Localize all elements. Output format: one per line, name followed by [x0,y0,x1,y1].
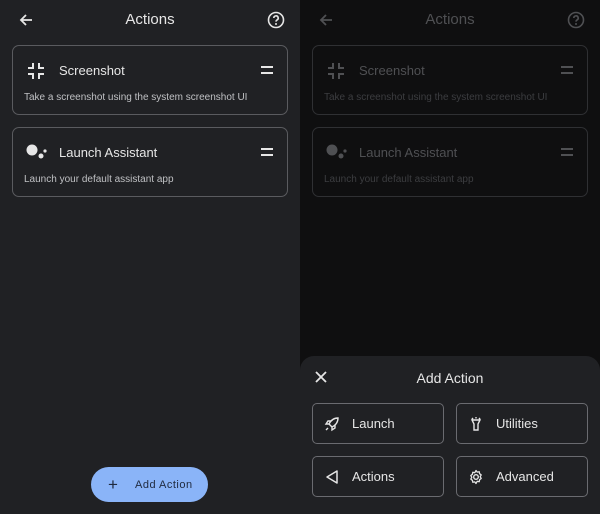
option-utilities-button[interactable]: Utilities [456,403,588,444]
add-action-button[interactable]: + Add Action [91,467,208,502]
actions-screen: Actions Screenshot Take a screenshot usi… [0,0,300,514]
option-label: Utilities [496,416,538,431]
sheet-title: Add Action [416,370,484,386]
action-card-screenshot[interactable]: Screenshot Take a screenshot using the s… [12,45,288,115]
drag-handle-icon[interactable] [261,148,273,156]
option-label: Launch [352,416,395,431]
plus-icon: + [108,475,118,494]
option-advanced-button[interactable]: Advanced [456,456,588,497]
option-label: Actions [352,469,395,484]
action-card-launch-assistant[interactable]: Launch Assistant Launch your default ass… [12,127,288,197]
top-app-bar: Actions [300,0,600,40]
page-title: Actions [125,11,175,28]
option-launch-button[interactable]: Launch [312,403,444,444]
top-app-bar: Actions [0,0,300,40]
gear-icon [468,469,484,485]
help-icon[interactable] [266,10,286,30]
screenshot-icon [25,60,47,82]
drag-handle-icon[interactable] [261,66,273,74]
assistant-icon [25,142,47,164]
rocket-icon [324,416,340,432]
card-title: Launch Assistant [59,145,158,160]
card-description: Launch your default assistant app [324,174,474,185]
card-description: Take a screenshot using the system scree… [324,92,548,103]
page-title: Actions [425,11,475,28]
drag-handle-icon [561,148,573,156]
flashlight-icon [468,416,484,432]
screenshot-icon [325,60,347,82]
card-title: Screenshot [59,63,125,78]
add-action-label: Add Action [135,478,193,491]
card-title: Launch Assistant [359,145,458,160]
option-actions-button[interactable]: Actions [312,456,444,497]
drag-handle-icon [561,66,573,74]
add-action-bottom-sheet: Add Action Launch Utilities Actions Adva… [300,356,600,514]
card-title: Screenshot [359,63,425,78]
card-description: Take a screenshot using the system scree… [24,92,248,103]
action-card-screenshot: Screenshot Take a screenshot using the s… [312,45,588,115]
help-icon [566,10,586,30]
action-card-launch-assistant: Launch Assistant Launch your default ass… [312,127,588,197]
assistant-icon [325,142,347,164]
actions-screen-with-sheet: Actions Screenshot Take a screenshot usi… [300,0,600,514]
option-label: Advanced [496,469,554,484]
triangle-back-icon [324,469,340,485]
card-description: Launch your default assistant app [24,174,174,185]
